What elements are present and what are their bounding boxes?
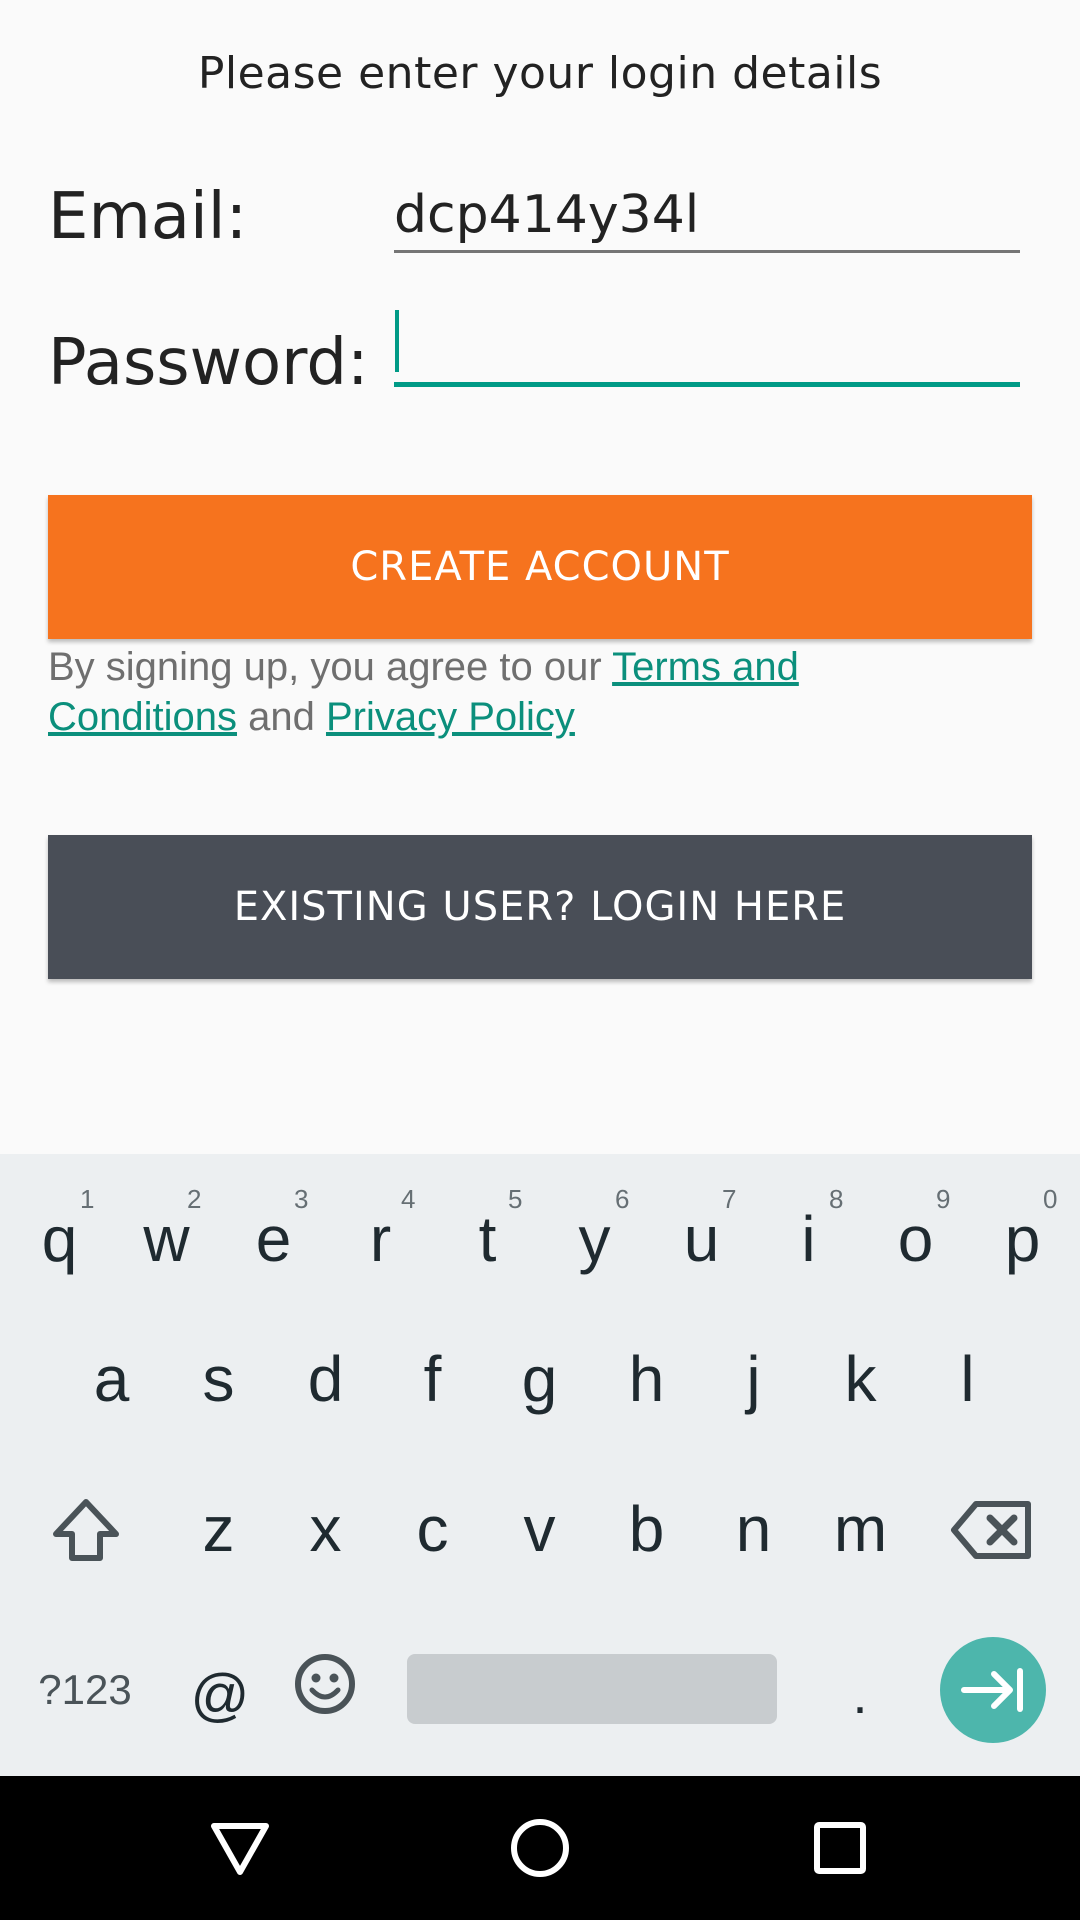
- key-hint-1: 1: [80, 1184, 95, 1214]
- key-f[interactable]: f: [379, 1324, 486, 1434]
- navigation-bar: [0, 1776, 1080, 1920]
- key-p[interactable]: p: [969, 1184, 1076, 1294]
- key-hint-0: 0: [1043, 1184, 1058, 1214]
- symbols-key[interactable]: ?123: [20, 1640, 150, 1740]
- key-d[interactable]: d: [272, 1324, 379, 1434]
- key-u[interactable]: u: [648, 1184, 755, 1294]
- key-e[interactable]: e: [220, 1184, 327, 1294]
- password-label: Password:: [48, 326, 369, 400]
- emoji-icon: [295, 1654, 355, 1714]
- key-g[interactable]: g: [486, 1324, 593, 1434]
- key-hint-3: 3: [294, 1184, 309, 1214]
- key-a[interactable]: a: [58, 1324, 165, 1434]
- key-b[interactable]: b: [593, 1474, 700, 1584]
- terms-middle: and: [237, 695, 326, 739]
- key-hint-6: 6: [615, 1184, 630, 1214]
- text-cursor: [395, 310, 399, 372]
- key-m[interactable]: m: [807, 1474, 914, 1584]
- period-key[interactable]: .: [820, 1640, 900, 1750]
- home-circle-icon: [511, 1819, 569, 1877]
- recents-square-icon: [814, 1822, 866, 1874]
- backspace-icon: [951, 1501, 1031, 1559]
- key-s[interactable]: s: [165, 1324, 272, 1434]
- key-j[interactable]: j: [700, 1324, 807, 1434]
- key-k[interactable]: k: [807, 1324, 914, 1434]
- key-hint-9: 9: [936, 1184, 951, 1214]
- key-hint-5: 5: [508, 1184, 523, 1214]
- key-l[interactable]: l: [914, 1324, 1021, 1434]
- key-q[interactable]: q: [6, 1184, 113, 1294]
- backspace-key[interactable]: [946, 1484, 1038, 1576]
- shift-key[interactable]: [40, 1484, 132, 1576]
- password-field[interactable]: [394, 306, 1020, 387]
- home-button[interactable]: [498, 1806, 582, 1890]
- key-r[interactable]: r: [327, 1184, 434, 1294]
- login-button[interactable]: EXISTING USER? LOGIN HERE: [48, 835, 1032, 979]
- enter-key[interactable]: [940, 1637, 1046, 1743]
- keyboard-row-2: asdfghjkl: [0, 1304, 1080, 1454]
- key-hint-8: 8: [829, 1184, 844, 1214]
- terms-text: By signing up, you agree to our Terms an…: [48, 642, 948, 742]
- key-y[interactable]: y: [541, 1184, 648, 1294]
- at-key[interactable]: @: [180, 1640, 260, 1750]
- key-w[interactable]: w: [113, 1184, 220, 1294]
- key-hint-2: 2: [187, 1184, 202, 1214]
- back-triangle-icon: [211, 1823, 269, 1875]
- email-label: Email:: [48, 180, 248, 254]
- key-i[interactable]: i: [755, 1184, 862, 1294]
- key-n[interactable]: n: [700, 1474, 807, 1584]
- shift-icon: [53, 1499, 119, 1561]
- create-account-button[interactable]: CREATE ACCOUNT: [48, 495, 1032, 639]
- keyboard-row-1: q1w2e3r4t5y6u7i8o9p0: [0, 1154, 1080, 1304]
- key-c[interactable]: c: [379, 1474, 486, 1584]
- key-h[interactable]: h: [593, 1324, 700, 1434]
- key-x[interactable]: x: [272, 1474, 379, 1584]
- key-o[interactable]: o: [862, 1184, 969, 1294]
- privacy-link[interactable]: Privacy Policy: [326, 695, 575, 739]
- email-field[interactable]: [394, 180, 1020, 253]
- next-arrow-icon: [961, 1668, 1023, 1712]
- terms-prefix: By signing up, you agree to our: [48, 645, 613, 689]
- key-v[interactable]: v: [486, 1474, 593, 1584]
- page-title: Please enter your login details: [197, 48, 883, 99]
- recents-button[interactable]: [798, 1806, 882, 1890]
- keyboard-row-3: zxcvbnm: [0, 1454, 1080, 1604]
- back-button[interactable]: [198, 1806, 282, 1890]
- key-hint-4: 4: [401, 1184, 416, 1214]
- key-hint-7: 7: [722, 1184, 737, 1214]
- space-bar[interactable]: [407, 1654, 777, 1724]
- key-t[interactable]: t: [434, 1184, 541, 1294]
- key-z[interactable]: z: [165, 1474, 272, 1584]
- emoji-key[interactable]: [285, 1634, 365, 1734]
